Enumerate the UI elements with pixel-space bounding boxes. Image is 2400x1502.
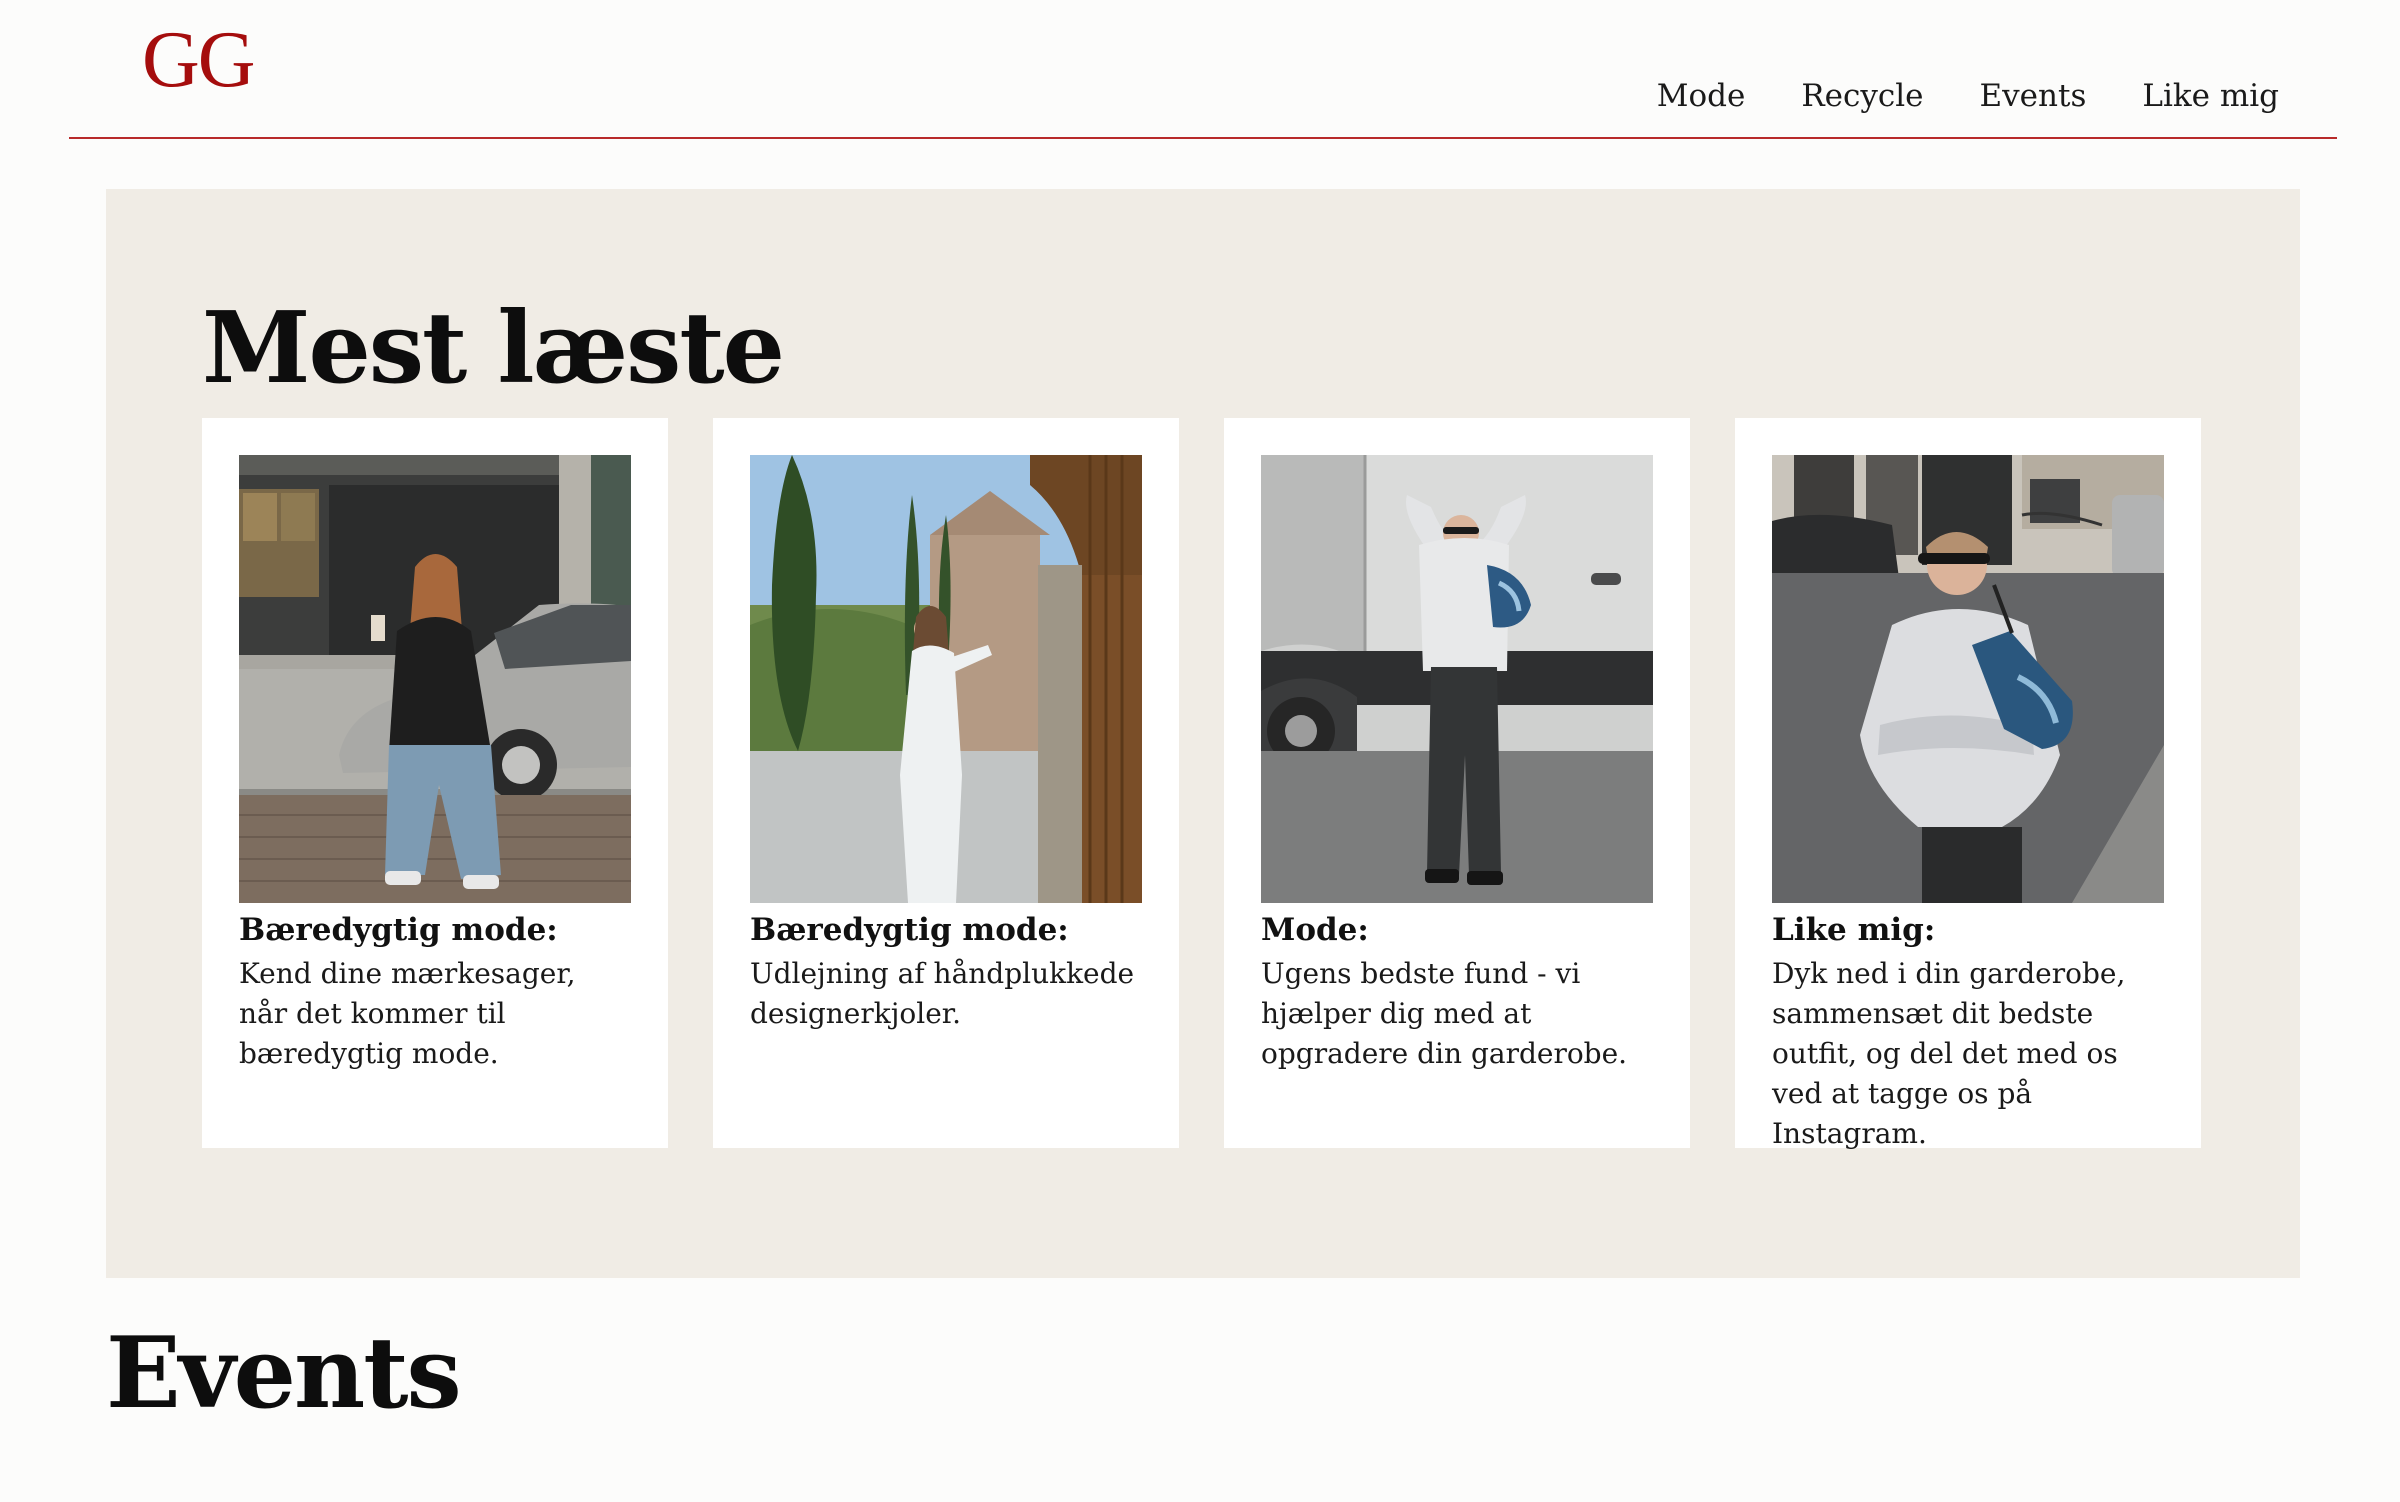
photo-woman-hoodie-street: [1772, 455, 2164, 903]
article-card[interactable]: Bæredygtig mode: Kend dine mærkesager, n…: [202, 418, 668, 1148]
article-teaser: Udlejning af håndplukkede designerkjoler…: [750, 956, 1135, 1030]
article-heading: Mode:: [1261, 912, 1369, 948]
nav-link-events[interactable]: Events: [1980, 78, 2087, 114]
site-logo[interactable]: GG: [142, 20, 256, 100]
nav-link-mode[interactable]: Mode: [1657, 78, 1746, 114]
article-card[interactable]: Bæredygtig mode: Udlejning af håndplukke…: [713, 418, 1179, 1148]
article-heading: Bæredygtig mode:: [239, 912, 558, 948]
photo-person-hoodie-van: [1261, 455, 1653, 903]
article-image[interactable]: [1772, 455, 2164, 903]
article-cards: Bæredygtig mode: Kend dine mærkesager, n…: [202, 418, 2201, 1150]
photo-woman-white-dress-doorway: [750, 455, 1142, 903]
nav-link-like-mig[interactable]: Like mig: [2142, 78, 2279, 114]
article-heading: Like mig:: [1772, 912, 1936, 948]
article-heading: Bæredygtig mode:: [750, 912, 1069, 948]
main-nav: Mode Recycle Events Like mig: [1657, 78, 2279, 114]
article-teaser: Ugens bedste fund - vi hjælper dig med a…: [1261, 956, 1628, 1070]
nav-link-recycle[interactable]: Recycle: [1801, 78, 1923, 114]
photo-woman-street-car: [239, 455, 631, 903]
most-read-title: Mest læste: [202, 291, 785, 406]
article-image[interactable]: [239, 455, 631, 903]
article-image[interactable]: [1261, 455, 1653, 903]
article-teaser: Kend dine mærkesager, når det kommer til…: [239, 956, 576, 1070]
article-card[interactable]: Like mig: Dyk ned i din garderobe, samme…: [1735, 418, 2201, 1150]
article-card[interactable]: Mode: Ugens bedste fund - vi hjælper dig…: [1224, 418, 1690, 1148]
events-title: Events: [106, 1316, 462, 1431]
article-teaser: Dyk ned i din garderobe, sammensæt dit b…: [1772, 956, 2126, 1150]
most-read-section: Mest læste Bæredygtig mode: Kend dine mæ…: [106, 189, 2300, 1278]
article-image[interactable]: [750, 455, 1142, 903]
site-header: GG Mode Recycle Events Like mig: [69, 0, 2337, 139]
